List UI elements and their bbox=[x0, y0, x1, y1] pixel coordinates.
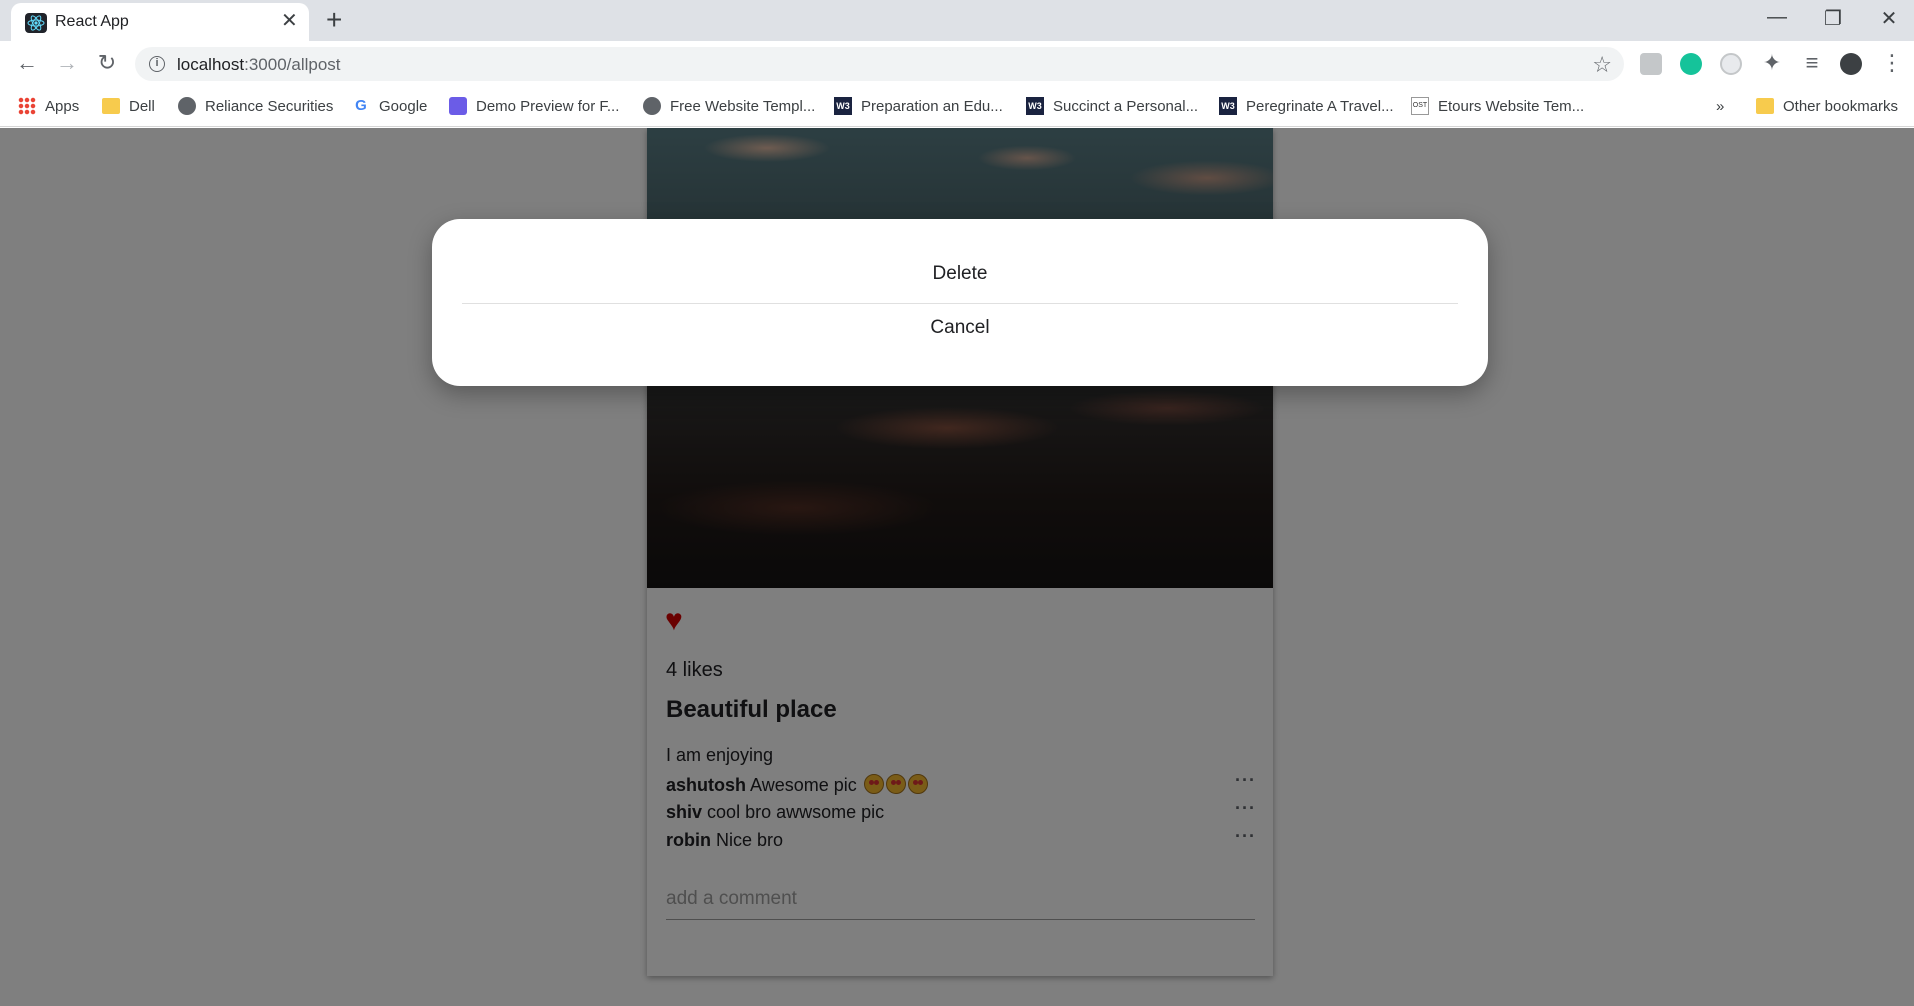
url-text[interactable]: localhost:3000/allpost bbox=[177, 55, 341, 75]
other-bookmarks[interactable]: Other bookmarks bbox=[1756, 95, 1898, 117]
browser-tab[interactable]: React App ✕ bbox=[11, 3, 309, 41]
bookmark-etours[interactable]: OST Etours Website Tem... bbox=[1411, 95, 1584, 117]
post-options-modal: Delete Cancel bbox=[432, 219, 1488, 386]
bookmark-preparation[interactable]: W3 Preparation an Edu... bbox=[834, 95, 1003, 117]
puzzle-icon[interactable]: ✦ bbox=[1760, 51, 1784, 75]
bookmark-free-website[interactable]: Free Website Templ... bbox=[643, 95, 815, 117]
address-bar[interactable]: i localhost:3000/allpost ☆ bbox=[135, 47, 1624, 81]
w3-icon: W3 bbox=[1219, 97, 1237, 115]
react-icon bbox=[25, 13, 47, 33]
media-icon[interactable]: ≡ bbox=[1800, 51, 1824, 75]
folder-icon bbox=[1756, 98, 1774, 114]
close-tab-icon[interactable]: ✕ bbox=[281, 11, 298, 31]
minimize-icon[interactable]: — bbox=[1762, 6, 1792, 29]
globe-icon bbox=[178, 97, 196, 115]
bookmark-reliance[interactable]: Reliance Securities bbox=[178, 95, 333, 117]
extension-icon[interactable] bbox=[1720, 53, 1742, 75]
grammarly-icon[interactable] bbox=[1680, 53, 1702, 75]
globe-icon bbox=[643, 97, 661, 115]
bookmarks-bar: Apps Dell Reliance Securities G Google De… bbox=[0, 86, 1914, 127]
divider bbox=[462, 303, 1458, 304]
new-tab-button[interactable]: + bbox=[326, 6, 342, 34]
avatar[interactable] bbox=[1840, 53, 1862, 75]
bookmark-peregrinate[interactable]: W3 Peregrinate A Travel... bbox=[1219, 95, 1394, 117]
cancel-button[interactable]: Cancel bbox=[462, 311, 1458, 345]
w3-icon: W3 bbox=[1026, 97, 1044, 115]
window-close-icon[interactable]: ✕ bbox=[1874, 6, 1904, 31]
reload-icon[interactable]: ↻ bbox=[95, 51, 119, 75]
ost-icon: OST bbox=[1411, 97, 1429, 115]
bookmark-demo-preview[interactable]: Demo Preview for F... bbox=[449, 95, 619, 117]
restore-icon[interactable]: ❐ bbox=[1818, 6, 1848, 31]
google-icon: G bbox=[355, 97, 367, 114]
menu-icon[interactable]: ⋮ bbox=[1880, 51, 1904, 75]
browser-toolbar: ← → ↻ i localhost:3000/allpost ☆ ✦ ≡ ⋮ bbox=[0, 41, 1914, 86]
demo-icon bbox=[449, 97, 467, 115]
bookmark-star-icon[interactable]: ☆ bbox=[1592, 52, 1612, 78]
back-icon[interactable]: ← bbox=[15, 51, 39, 75]
extension-icon[interactable] bbox=[1640, 53, 1662, 75]
bookmark-apps[interactable]: Apps bbox=[18, 95, 79, 117]
bookmark-dell[interactable]: Dell bbox=[102, 95, 155, 117]
info-icon[interactable]: i bbox=[149, 56, 165, 72]
apps-icon bbox=[18, 97, 36, 115]
bookmark-google[interactable]: G Google bbox=[352, 95, 427, 117]
tab-strip: React App ✕ + — ❐ ✕ bbox=[0, 0, 1914, 41]
tab-title: React App bbox=[55, 13, 129, 30]
bookmarks-overflow-button[interactable]: » bbox=[1716, 95, 1724, 117]
folder-icon bbox=[102, 98, 120, 114]
forward-icon[interactable]: → bbox=[55, 51, 79, 75]
delete-button[interactable]: Delete bbox=[462, 257, 1458, 291]
w3-icon: W3 bbox=[834, 97, 852, 115]
bookmark-succinct[interactable]: W3 Succinct a Personal... bbox=[1026, 95, 1198, 117]
